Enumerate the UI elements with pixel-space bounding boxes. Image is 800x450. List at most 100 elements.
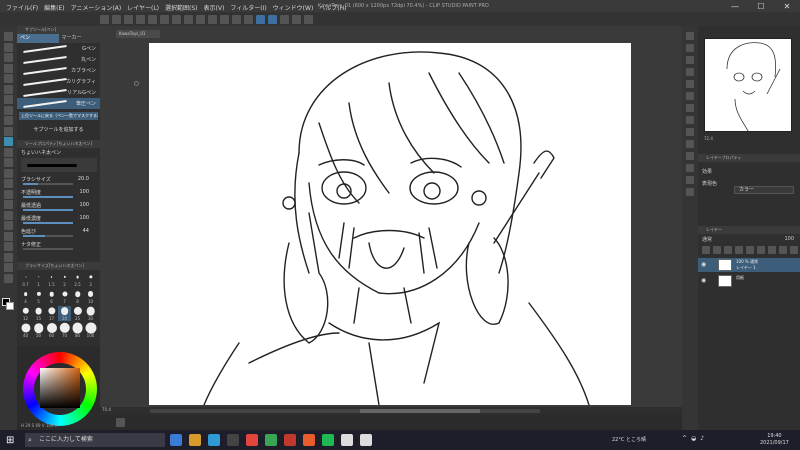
layer-tool-icon[interactable] [746,246,754,254]
panel-toggle-icon[interactable] [686,176,694,184]
eye-icon[interactable]: ◉ [701,277,706,284]
blend-mode-dropdown[interactable]: 通常 [702,237,712,243]
menu-item-2[interactable]: アニメーション(A) [71,3,122,12]
taskbar-app-icon[interactable] [170,434,182,446]
layer-row[interactable]: ◉ 用紙 [698,274,800,288]
panel-toggle-icon[interactable] [686,80,694,88]
brush-size-option[interactable]: 15 [32,306,45,321]
brush-size-option[interactable]: 10 [84,289,97,304]
tool-property-row[interactable]: ナタ修正 [21,241,97,250]
command-icon[interactable] [196,14,205,24]
tab-marker[interactable]: マーカー [58,34,100,43]
close-button[interactable]: ✕ [774,0,800,12]
network-icon[interactable]: ◒ [691,435,696,442]
menu-item-3[interactable]: レイヤー(L) [127,3,159,12]
tool-icon[interactable] [4,74,13,83]
taskbar-app-icon[interactable] [303,434,315,446]
command-icon[interactable] [112,14,121,24]
tool-property-row[interactable]: ブラシサイズ 20.0 [21,176,97,185]
tool-icon[interactable] [4,221,13,230]
panel-toggle-icon[interactable] [686,140,694,148]
tool-property-slider[interactable] [23,183,73,185]
tool-icon[interactable] [4,84,13,94]
tool-icon[interactable] [4,137,13,146]
tool-property-slider[interactable] [23,235,73,237]
eye-icon[interactable]: ◉ [701,261,706,268]
taskbar-app-icon[interactable] [208,434,220,446]
brush-item[interactable]: リアルGペン [17,87,100,98]
menu-item-7[interactable]: ウィンドウ(W) [273,3,314,12]
panel-toggle-icon[interactable] [686,116,694,124]
background-color-swatch[interactable] [6,302,14,310]
brush-item[interactable]: 丸ペン [17,54,100,65]
expression-color-dropdown[interactable]: カラー [734,186,794,194]
panel-toggle-icon[interactable] [686,128,694,136]
panel-toggle-icon[interactable] [686,44,694,52]
tool-icon[interactable] [4,32,13,41]
tool-property-row[interactable]: 最低濃度 100 [21,215,97,224]
taskbar-app-icon[interactable] [246,434,258,446]
brush-size-option[interactable]: 4 [19,289,32,304]
layer-tool-icon[interactable] [724,246,732,254]
tool-icon[interactable] [4,63,13,73]
command-icon[interactable] [100,14,109,24]
tray-chevron-icon[interactable]: ^ [682,435,687,442]
tool-icon[interactable] [4,189,13,199]
layer-tool-icon[interactable] [702,246,710,254]
menu-item-4[interactable]: 選択範囲(S) [165,3,198,12]
tool-property-row[interactable]: 不透明度 100 [21,189,97,198]
brush-size-option[interactable]: 20 [58,306,71,321]
command-icon[interactable] [244,14,253,24]
taskbar-app-icon[interactable] [265,434,277,446]
tool-icon[interactable] [4,53,13,62]
taskbar-app-icon[interactable] [341,434,353,446]
timeline-icon[interactable] [116,418,125,427]
tab-pen[interactable]: ペン [17,34,59,43]
layer-row[interactable]: ◉ 100 % 通常 レイヤー 1 [698,258,800,272]
weather-widget[interactable]: 22°C ところ晴 [612,436,646,443]
menu-item-6[interactable]: フィルター(I) [230,3,266,12]
brush-item[interactable]: カリグラフィ [17,76,100,87]
tool-icon[interactable] [4,273,13,283]
scroll-thumb[interactable] [360,409,480,413]
brush-item[interactable]: Gペン [17,43,100,54]
taskbar-app-icon[interactable] [322,434,334,446]
command-icon[interactable] [220,14,229,24]
layer-opacity[interactable]: 100 [784,236,794,242]
brush-item[interactable]: カブラペン [17,65,100,76]
tool-icon[interactable] [4,105,13,115]
taskbar-app-icon[interactable] [284,434,296,446]
command-icon[interactable] [232,14,241,24]
tool-icon[interactable] [4,158,13,167]
panel-toggle-icon[interactable] [686,152,694,160]
command-icon[interactable] [280,14,289,24]
layer-tool-icon[interactable] [768,246,776,254]
brush-item[interactable]: 筆圧ペン [17,98,100,109]
layer-tool-icon[interactable] [790,246,798,254]
navigator-thumbnail[interactable] [704,38,792,132]
panel-toggle-icon[interactable] [686,92,694,100]
menu-item-5[interactable]: 表示(V) [204,3,225,12]
brush-size-option[interactable]: 17 [45,306,58,321]
tool-property-row[interactable]: 色延び 44 [21,228,97,237]
canvas-paper[interactable] [149,43,631,405]
panel-toggle-icon[interactable] [686,164,694,172]
taskbar-search[interactable]: ⌕ ここに入力して検索 [25,433,165,447]
brush-size-option[interactable]: 80 [71,322,84,338]
saturation-value-square[interactable] [40,368,80,408]
maximize-button[interactable]: ☐ [748,0,774,12]
brush-size-option[interactable]: 50 [32,323,45,338]
command-icon[interactable] [256,14,265,24]
layer-tool-icon[interactable] [713,246,721,254]
tool-icon[interactable] [4,42,13,52]
add-subtool-button[interactable]: サブツールを追加する [17,120,100,136]
command-icon[interactable] [136,14,145,24]
panel-toggle-icon[interactable] [686,68,694,76]
command-icon[interactable] [304,14,313,24]
minimize-button[interactable]: — [722,0,748,12]
tool-icon[interactable] [4,126,13,136]
panel-toggle-icon[interactable] [686,32,694,40]
panel-toggle-icon[interactable] [686,56,694,64]
tool-icon[interactable] [4,116,13,125]
layer-tool-icon[interactable] [757,246,765,254]
